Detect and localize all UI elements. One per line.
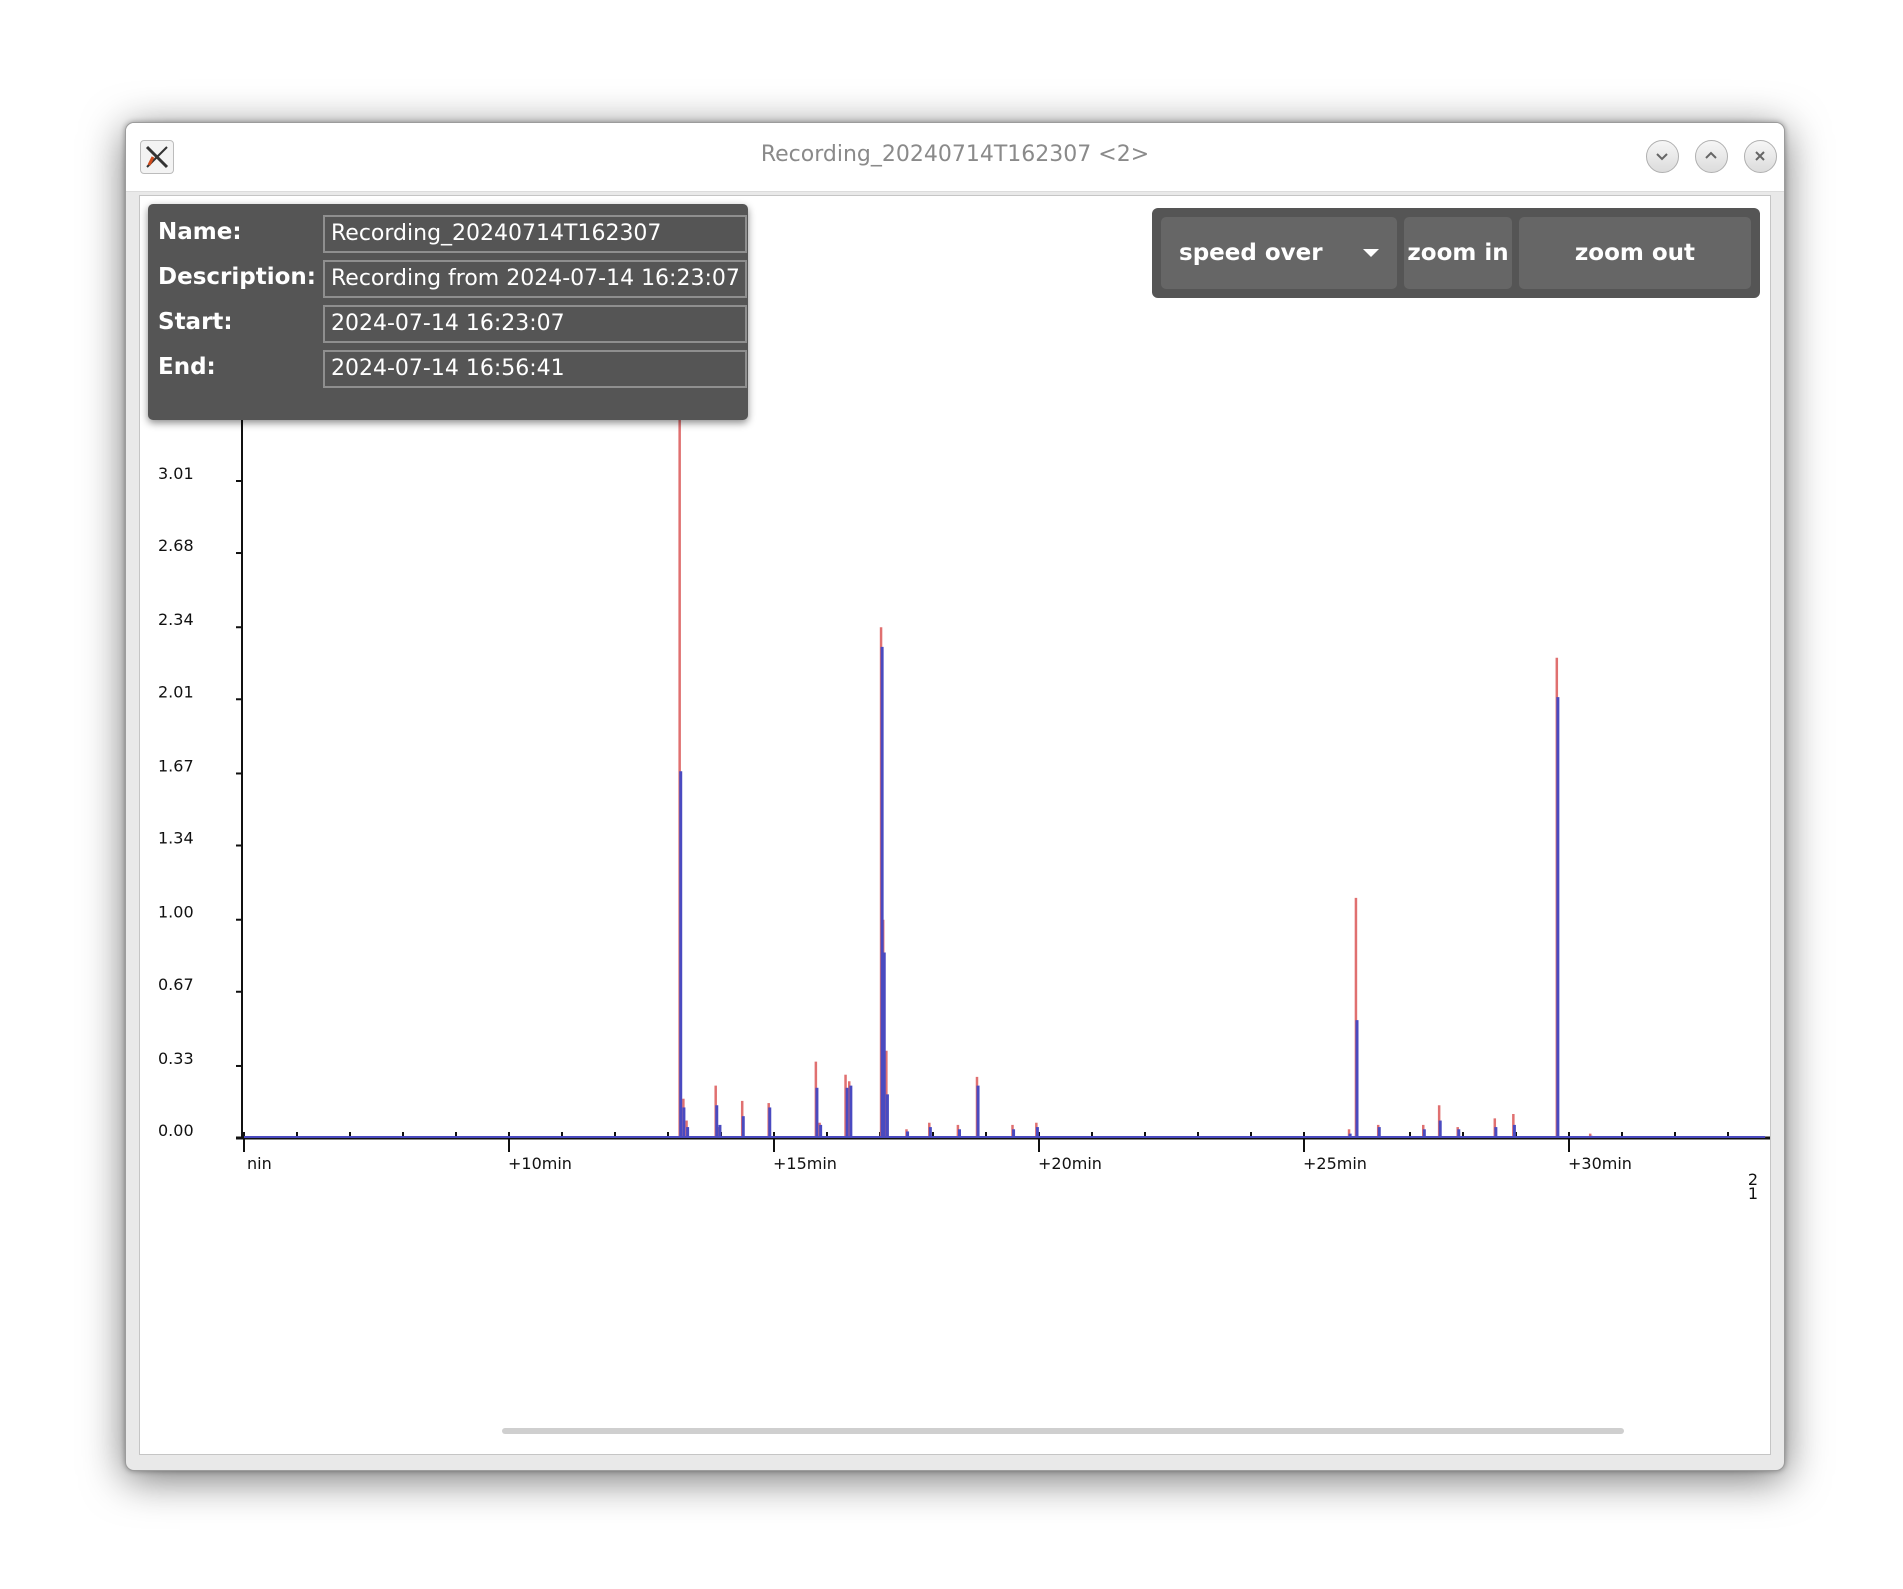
name-field[interactable] (323, 215, 747, 253)
y-tick-label: 0.00 (158, 1121, 194, 1140)
y-tick-label: 1.34 (158, 829, 194, 848)
end-field[interactable] (323, 350, 747, 388)
y-tick-label: 0.67 (158, 975, 194, 994)
zoom-in-button[interactable]: zoom in (1404, 217, 1512, 289)
description-field[interactable] (323, 260, 747, 298)
recording-window: Recording_20240714T162307 <2> 3.34440000… (125, 122, 1785, 1471)
zoom-out-button[interactable]: zoom out (1519, 217, 1751, 289)
y-tick-label: 2.34 (158, 610, 194, 629)
properties-panel: Name: Description: Start: End: (148, 204, 748, 420)
minimize-button[interactable] (1646, 140, 1679, 173)
x-tick-label: +20min (1038, 1154, 1102, 1173)
maximize-button[interactable] (1695, 140, 1728, 173)
x-edge-label-bottom: 1 (1748, 1184, 1758, 1203)
plot-area: 3.3444000000.000.330.671.001.341.672.012… (139, 195, 1771, 1455)
x-tick-label: +25min (1303, 1154, 1367, 1173)
close-icon (1755, 151, 1765, 161)
title-bar[interactable]: Recording_20240714T162307 <2> (126, 123, 1784, 192)
y-tick-label: 2.01 (158, 682, 194, 701)
start-field[interactable] (323, 305, 747, 343)
horizontal-scrollbar[interactable] (502, 1428, 1624, 1434)
y-tick-label: 0.33 (158, 1049, 194, 1068)
x-tick-label: +10min (508, 1154, 572, 1173)
dropdown-arrow-icon (1363, 249, 1379, 257)
y-tick-label: 1.67 (158, 756, 194, 775)
y-tick-label: 2.68 (158, 536, 194, 555)
x-tick-label: +30min (1568, 1154, 1632, 1173)
window-title: Recording_20240714T162307 <2> (760, 142, 1150, 167)
y-tick-label: 3.01 (158, 464, 194, 483)
chevron-down-icon (1656, 153, 1668, 161)
measure-dropdown[interactable]: speed over ground (1161, 217, 1397, 338)
end-label: End: (158, 354, 216, 380)
x-tick-label: nin (247, 1154, 272, 1173)
x-tick-label: +15min (773, 1154, 837, 1173)
plot-toolbar: speed over ground zoom in zoom out (1152, 208, 1760, 338)
y-tick-label: 1.00 (158, 903, 194, 922)
chevron-up-icon (1705, 151, 1717, 159)
description-label: Description: (158, 264, 316, 290)
name-label: Name: (158, 219, 242, 245)
close-button[interactable] (1744, 140, 1777, 173)
start-label: Start: (158, 309, 233, 335)
